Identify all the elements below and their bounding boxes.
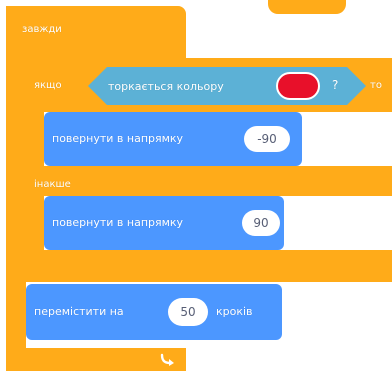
turn-direction-label-2: повернути в напрямку [52, 216, 184, 229]
question-mark: ? [332, 78, 339, 92]
move-steps-label: перемістити на [34, 305, 124, 318]
steps-suffix: кроків [216, 305, 253, 318]
move-steps-block[interactable]: перемістити на 50 кроків [26, 284, 282, 340]
if-label: якщо [34, 80, 62, 91]
turn-direction-label-1: повернути в напрямку [52, 132, 184, 145]
touching-color-label: торкається кольору [108, 80, 224, 93]
direction-input-2[interactable]: 90 [242, 210, 280, 236]
offscreen-control-block[interactable] [268, 0, 346, 14]
steps-input[interactable]: 50 [168, 298, 208, 326]
direction-input-1[interactable]: -90 [244, 126, 290, 152]
turn-direction-block-1[interactable]: повернути в напрямку -90 [44, 112, 302, 166]
forever-label: завжди [22, 24, 62, 35]
color-swatch[interactable] [276, 72, 320, 100]
touching-color-condition[interactable]: торкається кольору ? [88, 67, 366, 105]
then-label: то [370, 80, 382, 91]
loop-arrow-icon [159, 351, 175, 367]
else-label: інакше [34, 179, 71, 190]
turn-direction-block-2[interactable]: повернути в напрямку 90 [44, 196, 284, 250]
